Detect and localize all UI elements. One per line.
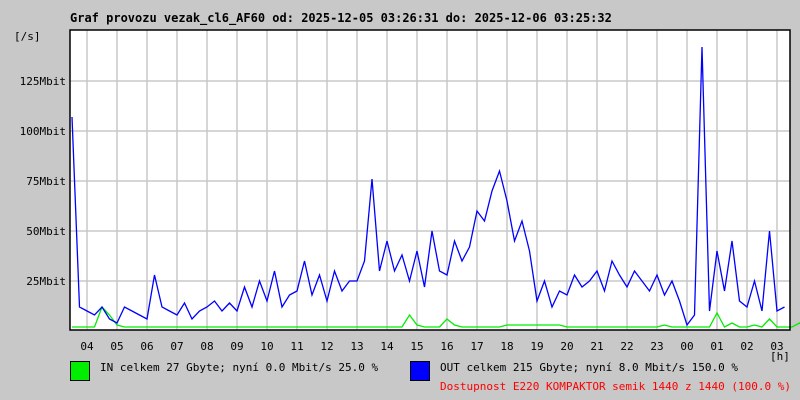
x-tick-label: 22 [620, 340, 633, 353]
x-tick-label: 07 [170, 340, 183, 353]
traffic-graph: 04 05 06 07 08 09 10 11 12 13 14 15 16 17 18 19 20 21 22 23… [0, 0, 800, 400]
plot-area [70, 30, 790, 330]
x-tick-label: 17 [470, 340, 483, 353]
x-tick-label: 01 [710, 340, 723, 353]
x-tick-label: 00 [680, 340, 693, 353]
x-tick-label: 13 [350, 340, 363, 353]
x-axis-unit: [h] [770, 350, 790, 363]
legend-out-text: OUT celkem 215 Gbyte; nyní 8.0 Mbit/s 15… [440, 361, 739, 374]
x-tick-label: 04 [80, 340, 94, 353]
y-tick-label: 25Mbit [26, 275, 66, 288]
y-axis-unit: [/s] [14, 30, 41, 43]
x-tick-label: 10 [260, 340, 273, 353]
x-tick-label: 14 [380, 340, 394, 353]
x-tick-label: 02 [740, 340, 753, 353]
chart-canvas: 04 05 06 07 08 09 10 11 12 13 14 15 16 17 18 19 20 21 22 23… [20, 29, 800, 353]
chart-title: Graf provozu vezak_cl6_AF60 od: 2025-12-… [70, 11, 612, 25]
x-tick-label: 08 [200, 340, 213, 353]
x-tick-label: 12 [320, 340, 333, 353]
y-tick-label: 50Mbit [26, 225, 66, 238]
x-tick-label: 18 [500, 340, 513, 353]
x-tick-label: 19 [530, 340, 543, 353]
availability-text: Dostupnost E220 KOMPAKTOR semik 1440 z 1… [440, 380, 791, 393]
legend-in-text: IN celkem 27 Gbyte; nyní 0.0 Mbit/s 25.0… [100, 361, 379, 374]
x-tick-label: 09 [230, 340, 243, 353]
x-tick-label: 20 [560, 340, 573, 353]
x-tick-label: 15 [410, 340, 423, 353]
x-tick-label: 23 [650, 340, 663, 353]
y-tick-label: 75Mbit [26, 175, 66, 188]
x-tick-label: 11 [290, 340, 303, 353]
x-tick-label: 06 [140, 340, 153, 353]
x-tick-label: 05 [110, 340, 123, 353]
x-tick-label: 16 [440, 340, 453, 353]
x-tick-label: 21 [590, 340, 603, 353]
y-tick-label: 125Mbit [20, 75, 66, 88]
legend-out-swatch [410, 361, 430, 381]
legend-in-swatch [70, 361, 90, 381]
y-tick-label: 100Mbit [20, 125, 66, 138]
